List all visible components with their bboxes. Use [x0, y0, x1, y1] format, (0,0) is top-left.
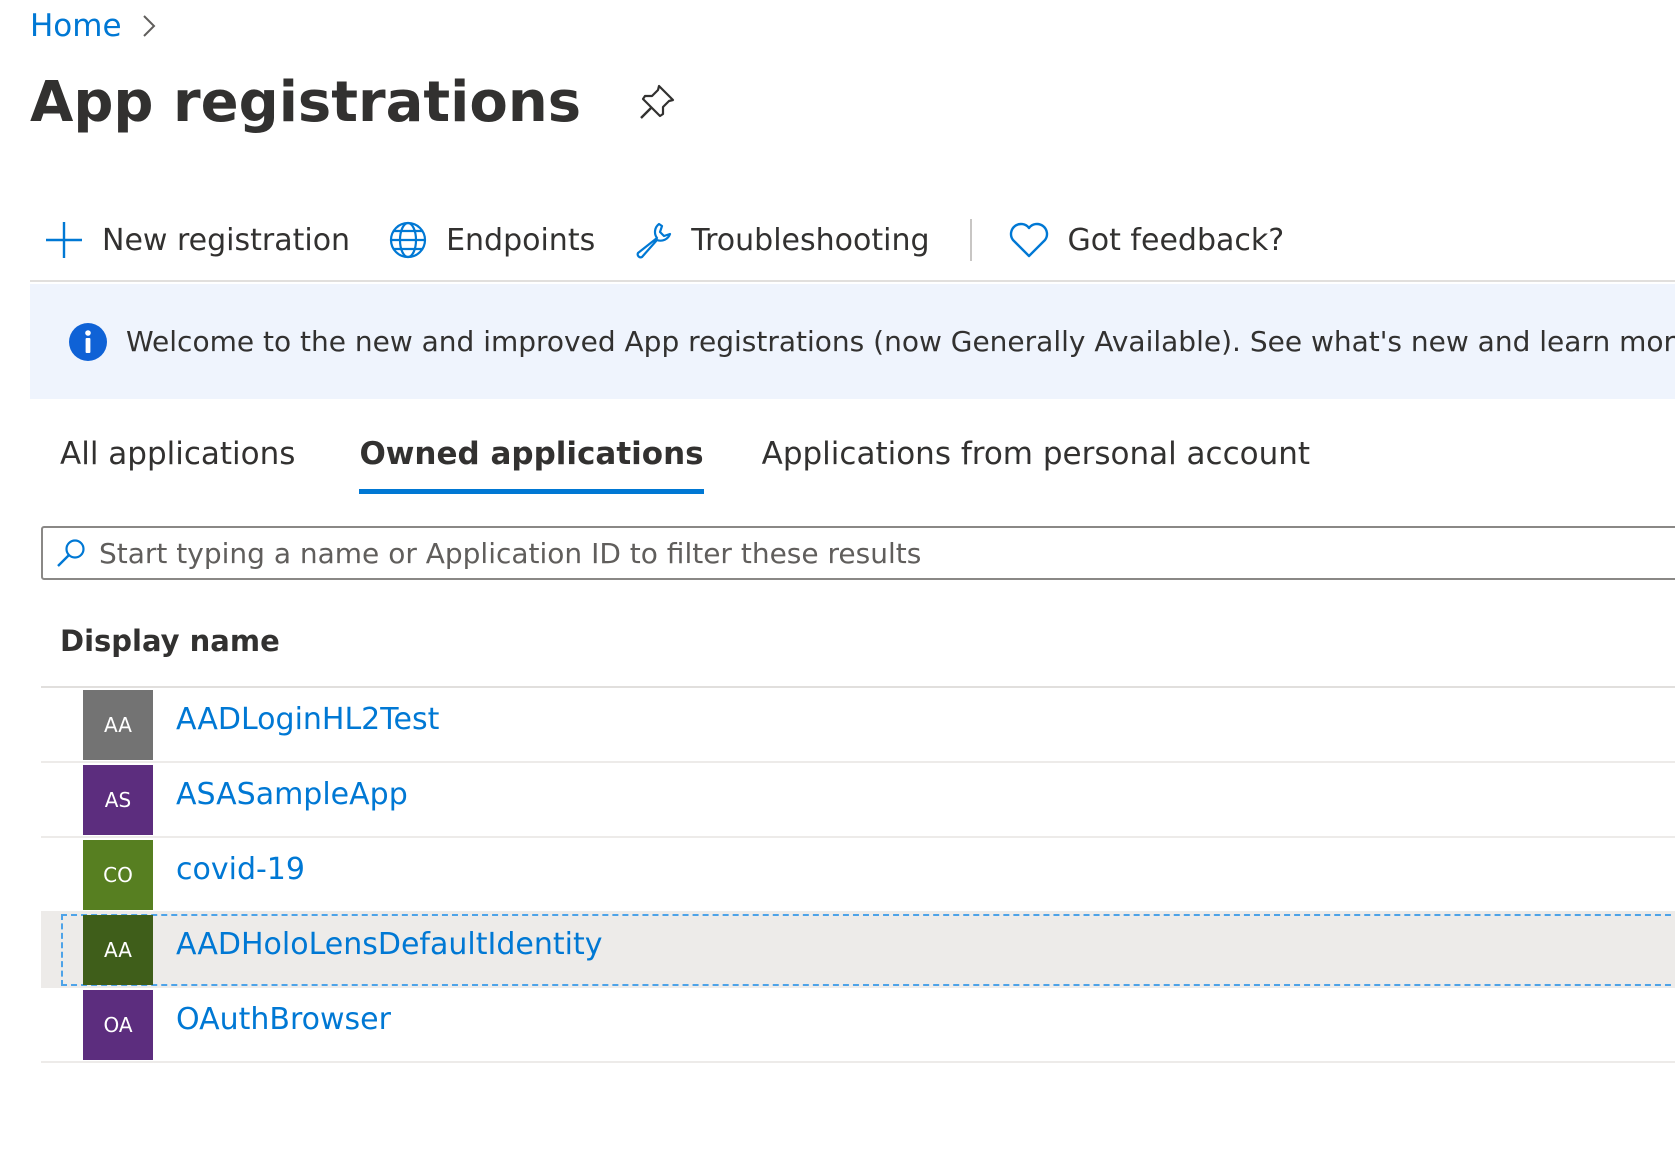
- pin-icon[interactable]: [637, 82, 677, 122]
- page-title: App registrations: [30, 69, 582, 135]
- tab-bar: All applications Owned applications Appl…: [60, 430, 1310, 500]
- app-avatar: CO: [83, 840, 153, 910]
- command-bar: New registration Endpoints Troubleshooti…: [44, 212, 1322, 268]
- column-header-display-name[interactable]: Display name: [60, 624, 280, 668]
- banner-text: Welcome to the new and improved App regi…: [126, 325, 1675, 358]
- page-header: App registrations: [30, 62, 677, 142]
- endpoints-button[interactable]: Endpoints: [388, 220, 595, 260]
- app-name-link[interactable]: ASASampleApp: [176, 777, 408, 812]
- breadcrumb: Home: [30, 4, 158, 48]
- filter-search-box: [41, 526, 1675, 580]
- table-row[interactable]: AS ASASampleApp: [41, 763, 1675, 838]
- feedback-label: Got feedback?: [1067, 222, 1285, 258]
- endpoints-label: Endpoints: [446, 222, 596, 258]
- troubleshooting-label: Troubleshooting: [691, 222, 930, 258]
- new-registration-label: New registration: [102, 222, 351, 258]
- tab-all-applications[interactable]: All applications: [60, 430, 295, 494]
- search-input[interactable]: [99, 536, 1675, 570]
- table-row[interactable]: AA AADLoginHL2Test: [41, 688, 1675, 763]
- search-icon: [57, 539, 85, 567]
- toolbar-divider-line: [30, 280, 1675, 282]
- table-row-selected[interactable]: AA AADHoloLensDefaultIdentity: [41, 913, 1675, 988]
- tab-owned-applications[interactable]: Owned applications: [359, 430, 704, 494]
- breadcrumb-home-link[interactable]: Home: [30, 8, 122, 44]
- new-registration-button[interactable]: New registration: [44, 220, 350, 260]
- troubleshooting-button[interactable]: Troubleshooting: [633, 220, 930, 260]
- table-row[interactable]: OA OAuthBrowser: [41, 988, 1675, 1063]
- tab-personal-account-applications[interactable]: Applications from personal account: [762, 430, 1310, 494]
- applications-list: AA AADLoginHL2Test AS ASASampleApp CO co…: [41, 688, 1675, 1063]
- plus-icon: [46, 222, 82, 258]
- info-icon: [69, 322, 107, 361]
- info-banner: Welcome to the new and improved App regi…: [30, 284, 1675, 399]
- app-avatar: AA: [83, 690, 153, 760]
- app-avatar: AA: [83, 915, 153, 985]
- wrench-icon: [636, 222, 672, 259]
- app-name-link[interactable]: AADLoginHL2Test: [176, 702, 439, 737]
- app-avatar: AS: [83, 765, 153, 835]
- table-row[interactable]: CO covid-19: [41, 838, 1675, 913]
- chevron-right-icon: [142, 15, 155, 37]
- app-name-link[interactable]: covid-19: [176, 852, 305, 887]
- app-avatar: OA: [83, 990, 153, 1060]
- toolbar-divider: [969, 219, 972, 261]
- app-name-link[interactable]: OAuthBrowser: [176, 1002, 391, 1037]
- app-name-link[interactable]: AADHoloLensDefaultIdentity: [176, 927, 602, 962]
- app-registrations-page: Home App registrations New registration …: [0, 0, 1675, 1152]
- feedback-button[interactable]: Got feedback?: [1008, 220, 1285, 260]
- heart-icon: [1009, 222, 1048, 258]
- globe-icon: [389, 221, 427, 259]
